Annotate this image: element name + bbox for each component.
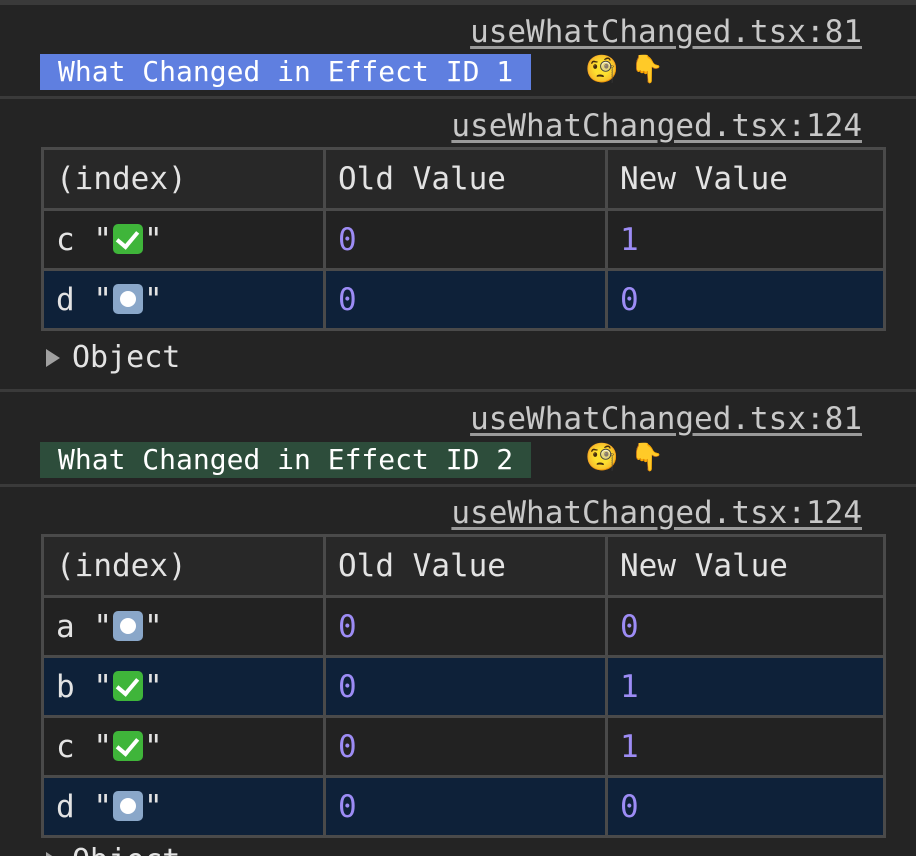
index-cell: c " " (41, 208, 326, 271)
table-row: c " " 0 1 (41, 715, 886, 778)
new-value-cell: 1 (605, 715, 886, 778)
console-table: (index) Old Value New Value a " " 0 0 b "… (41, 534, 886, 838)
console-separator (0, 96, 916, 99)
old-value-cell: 0 (323, 595, 608, 658)
new-value-cell: 1 (605, 208, 886, 271)
effect-label-badge: What Changed in Effect ID 2 (40, 442, 532, 478)
check-mark-icon (113, 670, 143, 701)
table-row: c " " 0 1 (41, 208, 886, 271)
console-separator (0, 389, 916, 392)
object-label: Object (72, 843, 180, 856)
old-value-cell: 0 (323, 268, 608, 331)
expand-triangle-icon[interactable] (46, 852, 60, 856)
new-value-cell: 0 (605, 595, 886, 658)
object-expander[interactable]: Object (46, 340, 180, 375)
row-key: a (56, 608, 75, 645)
check-mark-icon (113, 730, 143, 761)
row-key: d (56, 281, 75, 318)
table-row: d " " 0 0 (41, 775, 886, 838)
table-header-row: (index) Old Value New Value (41, 534, 886, 598)
console-separator (0, 484, 916, 487)
table-header-row: (index) Old Value New Value (41, 147, 886, 211)
old-value-cell: 0 (323, 775, 608, 838)
new-value-cell: 1 (605, 655, 886, 718)
row-key: b (56, 668, 75, 705)
radio-button-icon (113, 610, 143, 641)
source-link[interactable]: useWhatChanged.tsx:81 (470, 14, 862, 50)
source-link[interactable]: useWhatChanged.tsx:124 (451, 495, 862, 531)
check-mark-icon (113, 223, 143, 254)
index-cell: b " " (41, 655, 326, 718)
index-cell: a " " (41, 595, 326, 658)
row-key: d (56, 788, 75, 825)
radio-button-icon (113, 790, 143, 821)
column-header[interactable]: Old Value (323, 534, 608, 598)
pointing-down-icon: 👇 (630, 54, 664, 85)
column-header[interactable]: (index) (41, 147, 326, 211)
new-value-cell: 0 (605, 775, 886, 838)
console-table: (index) Old Value New Value c " " 0 1 d "… (41, 147, 886, 331)
old-value-cell: 0 (323, 208, 608, 271)
index-cell: c " " (41, 715, 326, 778)
radio-button-icon (113, 283, 143, 314)
index-cell: d " " (41, 268, 326, 331)
old-value-cell: 0 (323, 715, 608, 778)
expand-triangle-icon[interactable] (46, 349, 60, 367)
index-cell: d " " (41, 775, 326, 838)
object-expander[interactable]: Object (46, 843, 180, 856)
column-header[interactable]: New Value (605, 147, 886, 211)
pointing-down-icon: 👇 (630, 442, 664, 473)
new-value-cell: 0 (605, 268, 886, 331)
console-separator (0, 0, 916, 5)
source-link[interactable]: useWhatChanged.tsx:81 (470, 401, 862, 437)
table-row: b " " 0 1 (41, 655, 886, 718)
row-key: c (56, 221, 75, 258)
column-header[interactable]: (index) (41, 534, 326, 598)
row-key: c (56, 728, 75, 765)
monocle-face-icon: 🧐 (585, 54, 619, 85)
monocle-face-icon: 🧐 (585, 442, 619, 473)
effect-label-badge: What Changed in Effect ID 1 (40, 54, 532, 90)
column-header[interactable]: New Value (605, 534, 886, 598)
table-row: a " " 0 0 (41, 595, 886, 658)
source-link[interactable]: useWhatChanged.tsx:124 (451, 108, 862, 144)
old-value-cell: 0 (323, 655, 608, 718)
table-row: d " " 0 0 (41, 268, 886, 331)
object-label: Object (72, 340, 181, 375)
column-header[interactable]: Old Value (323, 147, 608, 211)
